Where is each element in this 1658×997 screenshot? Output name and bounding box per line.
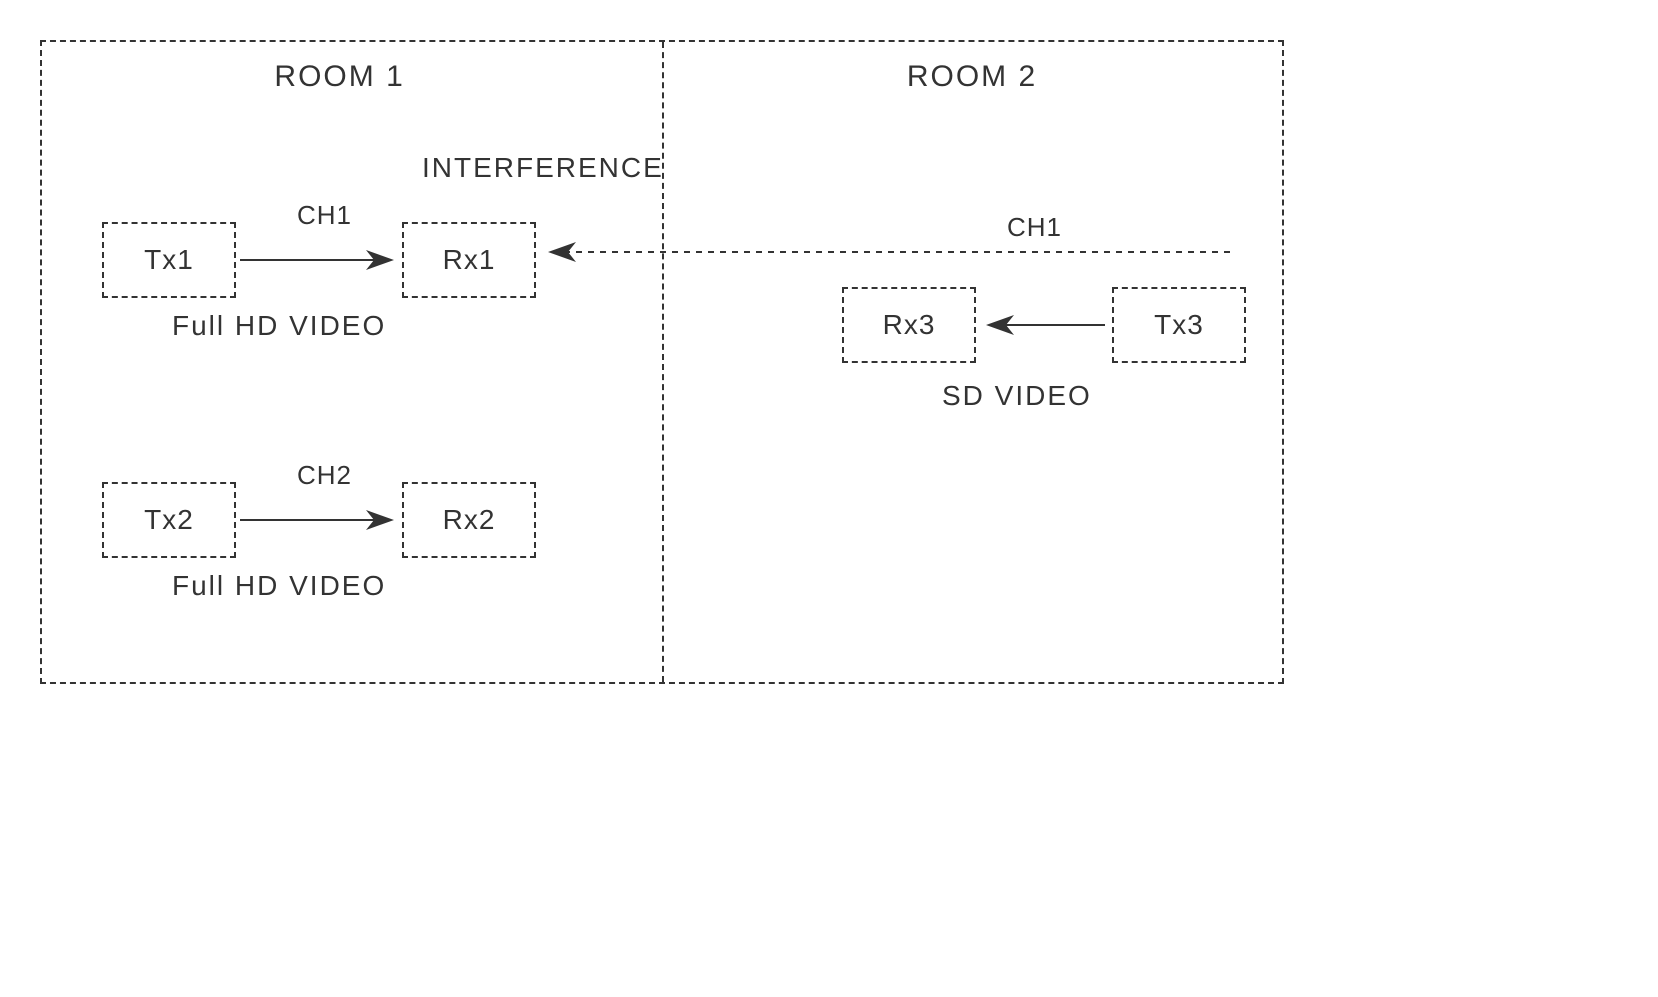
ch1-label-room1: CH1 [297,200,352,231]
ch2-label: CH2 [297,460,352,491]
ch1-label-room2: CH1 [1007,212,1062,243]
room2-label: ROOM 2 [907,60,1037,94]
tx2-box: Tx2 [102,482,236,558]
tx1-box: Tx1 [102,222,236,298]
room1-label: ROOM 1 [274,60,404,94]
room-divider [662,42,664,682]
sd-video-label: SD VIDEO [942,380,1092,412]
fullhd-label-2: Full HD VIDEO [172,570,386,602]
fullhd-label-1: Full HD VIDEO [172,310,386,342]
interference-label: INTERFERENCE [422,152,664,184]
rx2-box: Rx2 [402,482,536,558]
arrow-tx3-rx3 [980,315,1105,335]
arrow-tx1-rx1 [240,250,395,270]
wireless-interference-diagram: ROOM 1 ROOM 2 INTERFERENCE Tx1 Rx1 CH1 F… [40,40,1284,684]
interference-arrow [540,242,1240,262]
rx3-box: Rx3 [842,287,976,363]
rx1-box: Rx1 [402,222,536,298]
tx3-box: Tx3 [1112,287,1246,363]
arrow-tx2-rx2 [240,510,395,530]
